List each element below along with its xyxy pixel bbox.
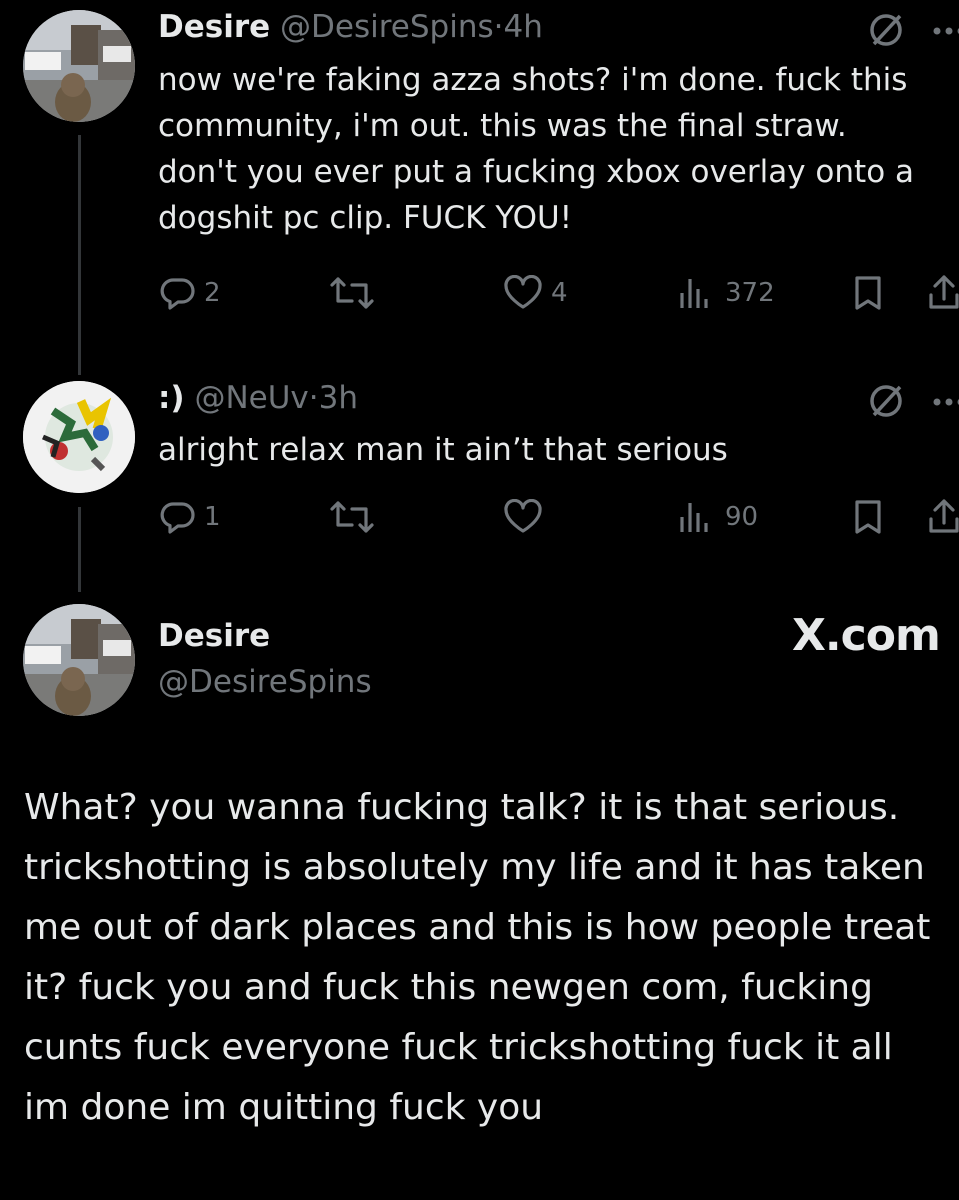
like-count: 4 [551,278,568,308]
retweet-button[interactable] [330,275,374,311]
user-handle[interactable]: @DesireSpins [158,664,372,700]
retweet-icon [330,277,374,309]
reply-icon [160,278,195,310]
thread-line-2 [78,507,81,592]
tweet-text: What? you wanna fucking talk? it is that… [24,787,931,1128]
user-handle[interactable]: @NeUv [194,380,308,416]
share-icon [929,499,959,533]
more-icon[interactable] [931,393,959,412]
timestamp[interactable]: 4h [503,9,542,45]
views-button[interactable]: 90 [677,499,758,535]
separator-dot: · [308,380,319,416]
reply-icon [160,502,195,534]
tweet-text: alright relax man it ain’t that serious [158,432,728,468]
reply-button[interactable]: 2 [160,275,221,311]
watermark: X.com [792,610,941,661]
thread-line-1 [78,135,81,375]
tweet-text: now we're faking azza shots? i'm done. f… [158,62,915,236]
share-icon [929,275,959,309]
display-name[interactable]: Desire [158,9,270,45]
share-button[interactable] [927,497,959,535]
more-icon[interactable] [931,22,959,41]
reply-count: 2 [204,278,221,308]
display-name[interactable]: Desire [158,618,270,654]
display-name[interactable]: :) [158,380,185,416]
views-icon [680,503,708,532]
avatar-image [23,381,135,493]
bookmark-icon [855,500,881,534]
bookmark-button[interactable] [852,275,884,311]
avatar[interactable] [23,10,135,122]
reply-button[interactable]: 1 [160,499,221,535]
retweet-icon [330,501,374,533]
tweet-header: :) @NeUv·3h [158,380,358,416]
grok-icon[interactable] [866,10,906,54]
views-button[interactable]: 372 [677,275,775,311]
reply-count: 1 [204,502,221,532]
bookmark-button[interactable] [852,499,884,535]
timestamp[interactable]: 3h [319,380,358,416]
views-icon [680,279,708,308]
retweet-button[interactable] [330,499,374,535]
avatar-image [23,604,135,716]
separator-dot: · [493,9,504,45]
view-count: 90 [725,502,759,532]
tweet-header: Desire @DesireSpins·4h [158,9,543,45]
avatar[interactable] [23,604,135,716]
like-icon [504,275,542,309]
grok-icon[interactable] [866,381,906,425]
avatar-image [23,10,135,122]
like-icon [504,499,542,533]
avatar[interactable] [23,381,135,493]
bookmark-icon [855,276,881,310]
share-button[interactable] [927,273,959,311]
like-button[interactable]: 4 [503,275,568,311]
user-handle[interactable]: @DesireSpins [280,9,494,45]
view-count: 372 [725,278,775,308]
like-button[interactable] [503,499,543,535]
